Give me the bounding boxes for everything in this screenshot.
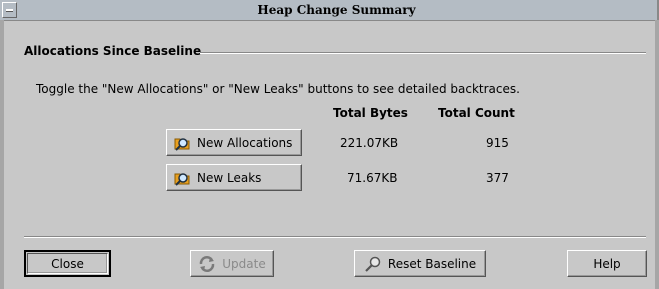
new-allocations-count: 915 [486, 136, 509, 150]
section-heading-rule [200, 52, 646, 54]
help-button[interactable]: Help [567, 250, 647, 277]
footer-separator [24, 236, 646, 238]
section-heading: Allocations Since Baseline [24, 44, 210, 58]
refresh-icon [200, 255, 215, 272]
window-frame [0, 20, 659, 289]
title-bar[interactable]: Heap Change Summary [0, 0, 659, 21]
help-label: Help [593, 256, 621, 271]
update-button[interactable]: Update [190, 250, 274, 277]
new-leaks-bytes: 71.67KB [347, 171, 398, 185]
magnifier-icon [365, 256, 381, 272]
magnify-folder-icon [174, 172, 190, 186]
new-leaks-count: 377 [486, 171, 509, 185]
window-menu-button[interactable] [2, 2, 17, 18]
new-allocations-bytes: 221.07KB [340, 136, 399, 150]
magnify-folder-icon [174, 137, 190, 151]
reset-baseline-label: Reset Baseline [387, 256, 477, 271]
total-bytes-header: Total Bytes [333, 106, 408, 120]
total-count-header: Total Count [438, 106, 515, 120]
update-label: Update [222, 256, 266, 271]
close-label: Close [51, 256, 84, 271]
window-title: Heap Change Summary [257, 3, 416, 17]
section-description: Toggle the "New Allocations" or "New Lea… [36, 82, 520, 96]
new-leaks-button[interactable]: New Leaks [166, 164, 302, 191]
close-button[interactable]: Close [27, 253, 108, 274]
new-allocations-button[interactable]: New Allocations [166, 129, 302, 156]
new-leaks-label: New Leaks [197, 170, 262, 185]
reset-baseline-button[interactable]: Reset Baseline [354, 250, 486, 277]
new-allocations-label: New Allocations [197, 135, 293, 150]
